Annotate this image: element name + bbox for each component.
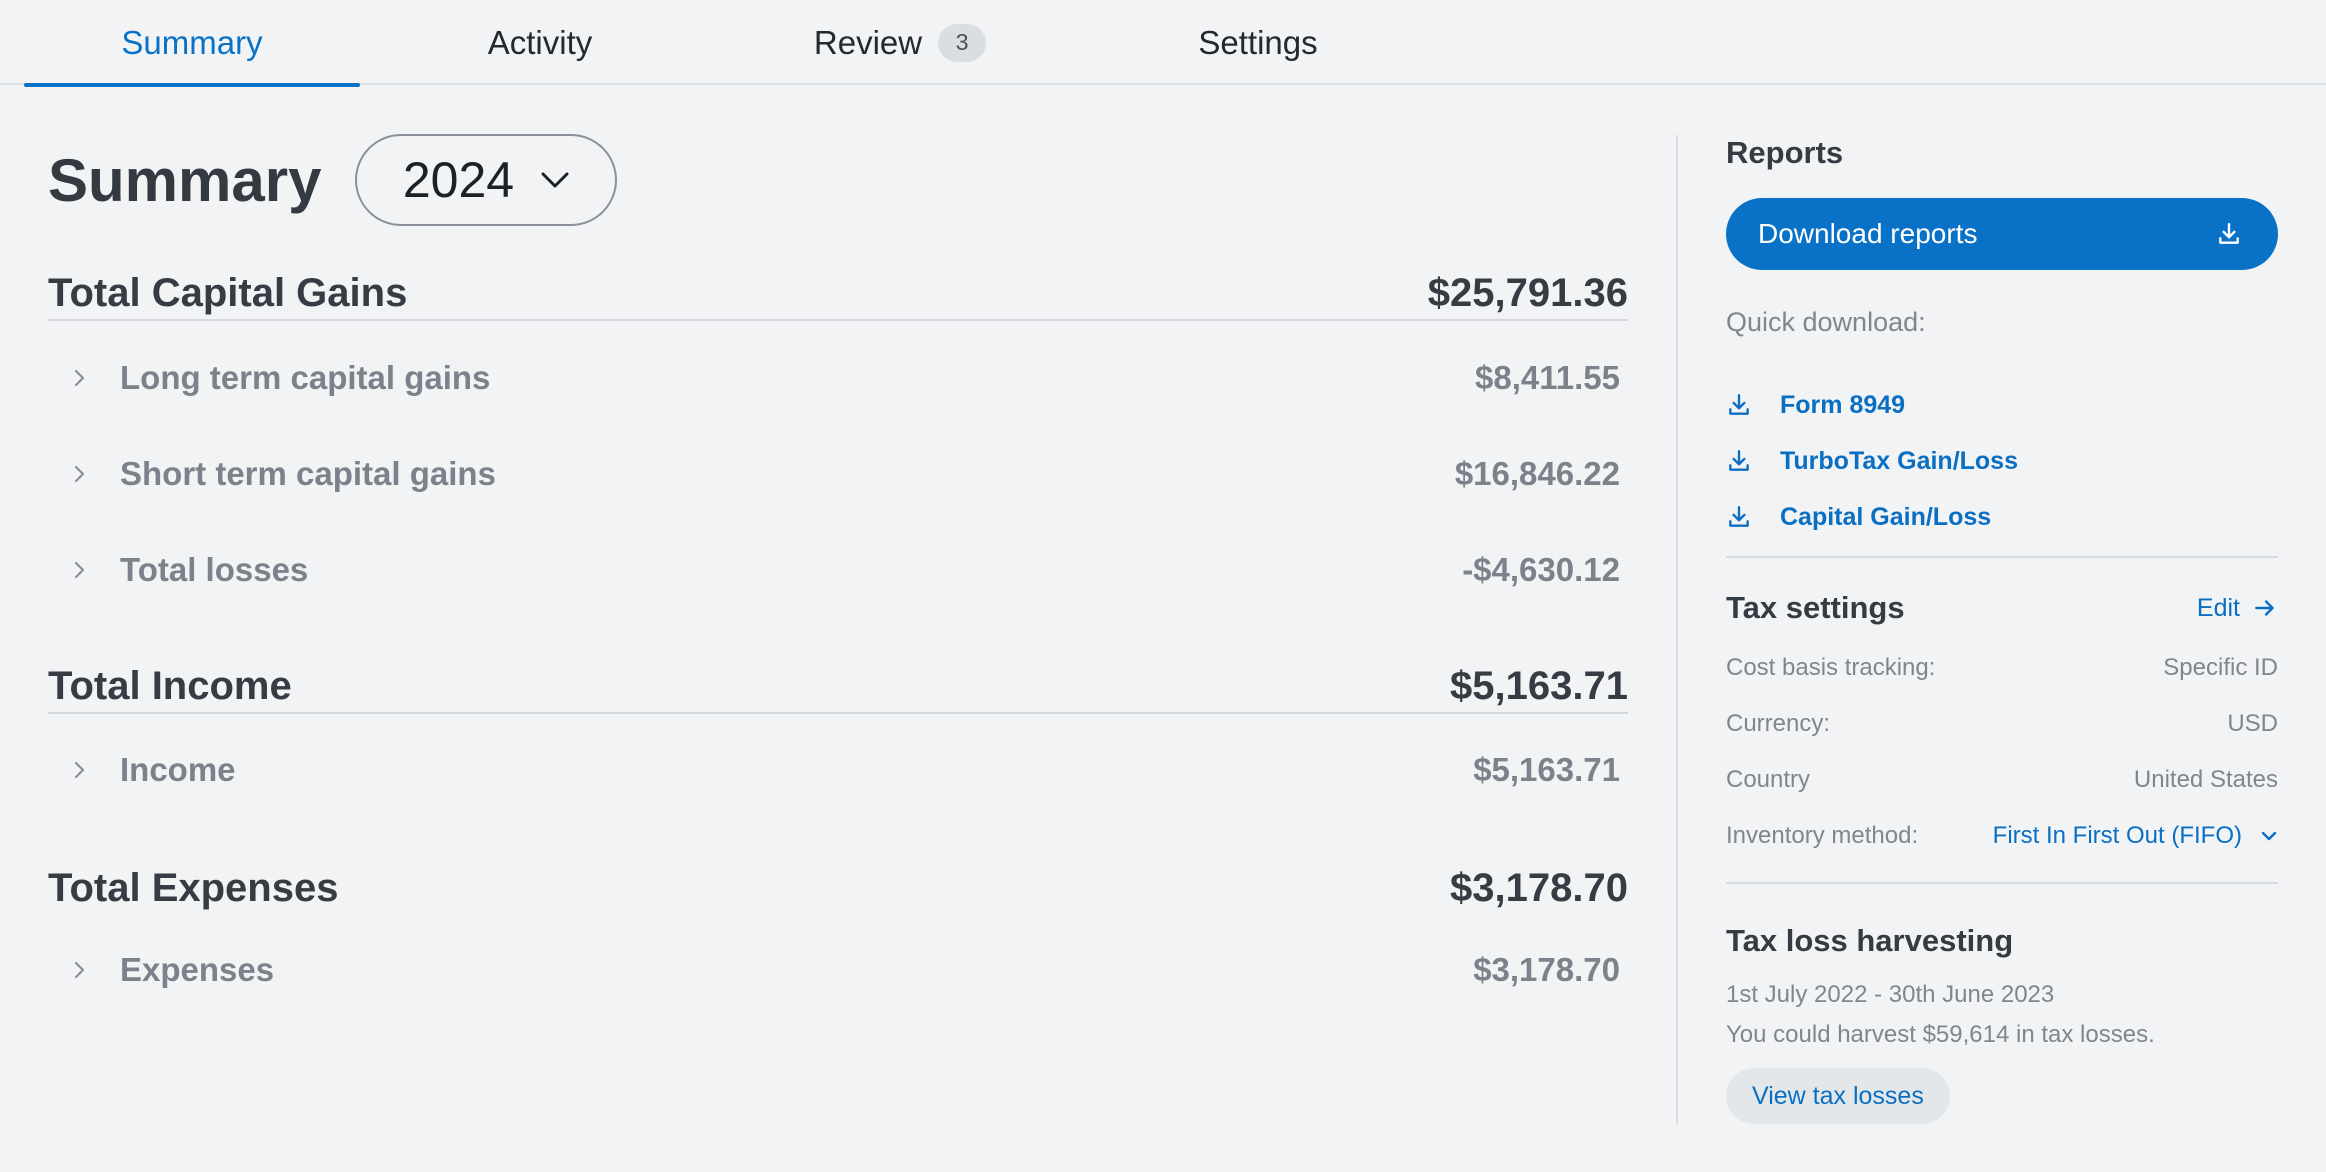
- chevron-right-icon: [74, 961, 85, 979]
- summary-panel: Summary 2024 Total Capital Gains $25,791…: [48, 133, 1628, 988]
- row-label: Income: [120, 751, 236, 788]
- quick-link-label: TurboTax Gain/Loss: [1780, 446, 2018, 475]
- setting-value: United States: [2133, 766, 2278, 793]
- tab-review[interactable]: Review 3: [780, 0, 1020, 85]
- edit-label: Edit: [2196, 593, 2240, 622]
- reports-title: Reports: [1726, 135, 1844, 170]
- cost-basis-setting: Cost basis tracking: Specific ID: [1726, 650, 2278, 686]
- tax-loss-period: 1st July 2022 - 30th June 2023: [1726, 981, 2055, 1008]
- tab-activity-label: Activity: [487, 23, 593, 61]
- tax-settings-header: Tax settings Edit: [1726, 590, 2278, 626]
- year-select-value: 2024: [402, 152, 515, 208]
- chevron-right-icon: [74, 369, 85, 387]
- section-value: $3,178.70: [1450, 865, 1628, 910]
- view-tax-losses-label: View tax losses: [1752, 1081, 1924, 1110]
- setting-label: Country: [1726, 766, 1811, 793]
- country-setting: Country United States: [1726, 762, 2278, 798]
- inventory-method-select[interactable]: First In First Out (FIFO): [1993, 822, 2278, 850]
- total-capital-gains-header: Total Capital Gains $25,791.36: [48, 267, 1628, 321]
- section-label: Total Income: [48, 663, 292, 708]
- total-income-header: Total Income $5,163.71: [48, 660, 1628, 714]
- download-icon: [1729, 394, 1749, 415]
- total-losses-row[interactable]: Total losses -$4,630.12: [48, 540, 1620, 600]
- divider: [1726, 556, 2278, 558]
- tab-bar: Summary Activity Review 3 Settings: [0, 0, 2326, 87]
- row-label: Short term capital gains: [120, 455, 496, 492]
- tab-settings-label: Settings: [1198, 23, 1318, 61]
- quick-link-form-8949[interactable]: Form 8949: [1726, 385, 1905, 425]
- short-term-gains-row[interactable]: Short term capital gains $16,846.22: [48, 444, 1620, 504]
- row-value: $16,846.22: [1454, 455, 1620, 492]
- section-value: $5,163.71: [1450, 663, 1628, 708]
- divider: [1726, 882, 2278, 884]
- quick-link-capital-gain-loss[interactable]: Capital Gain/Loss: [1726, 497, 1991, 537]
- download-icon: [1729, 450, 1749, 471]
- currency-setting: Currency: USD: [1726, 706, 2278, 742]
- setting-label: Cost basis tracking:: [1726, 654, 1936, 681]
- tax-loss-message: You could harvest $59,614 in tax losses.: [1726, 1021, 2155, 1048]
- tab-summary[interactable]: Summary: [24, 0, 360, 87]
- arrow-right-icon: [2255, 600, 2274, 616]
- edit-tax-settings-link[interactable]: Edit: [2197, 594, 2278, 623]
- chevron-down-icon: [2261, 831, 2277, 841]
- row-label: Long term capital gains: [120, 359, 491, 396]
- tab-activity[interactable]: Activity: [404, 0, 676, 85]
- tab-summary-label: Summary: [121, 23, 263, 61]
- setting-value: USD: [2227, 710, 2278, 737]
- chevron-down-icon: [541, 172, 569, 188]
- total-expenses-header: Total Expenses $3,178.70: [48, 861, 1628, 915]
- view-tax-losses-button[interactable]: View tax losses: [1726, 1068, 1950, 1124]
- row-value: -$4,630.12: [1462, 551, 1620, 588]
- row-value: $5,163.71: [1473, 751, 1620, 788]
- section-value: $25,791.36: [1427, 270, 1628, 315]
- side-panel: Reports Download reports Quick download:…: [1726, 135, 2278, 1124]
- download-reports-button[interactable]: Download reports: [1726, 198, 2278, 270]
- long-term-gains-row[interactable]: Long term capital gains $8,411.55: [48, 348, 1620, 408]
- year-select[interactable]: 2024: [355, 134, 618, 226]
- tax-loss-harvesting-title: Tax loss harvesting: [1726, 923, 2014, 958]
- setting-label: Inventory method:: [1726, 822, 1919, 849]
- section-label: Total Expenses: [48, 865, 339, 910]
- row-value: $3,178.70: [1473, 951, 1620, 988]
- section-label: Total Capital Gains: [48, 270, 408, 315]
- chevron-right-icon: [74, 561, 85, 579]
- inventory-method-value: First In First Out (FIFO): [1992, 822, 2242, 849]
- income-row[interactable]: Income $5,163.71: [48, 740, 1620, 800]
- tab-review-label: Review: [813, 23, 923, 61]
- quick-download-label: Quick download:: [1726, 307, 1926, 337]
- download-icon: [1729, 506, 1749, 527]
- inventory-method-setting: Inventory method: First In First Out (FI…: [1726, 818, 2278, 854]
- page-title: Summary: [48, 146, 322, 214]
- tax-settings-title: Tax settings: [1726, 590, 1905, 625]
- vertical-divider: [1676, 135, 1678, 1125]
- download-icon: [2219, 223, 2239, 244]
- review-count-badge: 3: [938, 23, 987, 62]
- quick-link-label: Form 8949: [1780, 390, 1906, 419]
- chevron-right-icon: [74, 761, 85, 779]
- row-label: Total losses: [120, 551, 309, 588]
- setting-value: Specific ID: [2163, 654, 2278, 681]
- row-value: $8,411.55: [1475, 359, 1620, 396]
- setting-label: Currency:: [1726, 710, 1831, 737]
- tab-settings[interactable]: Settings: [1160, 0, 1356, 85]
- quick-link-label: Capital Gain/Loss: [1780, 502, 1992, 531]
- quick-link-turbotax[interactable]: TurboTax Gain/Loss: [1726, 441, 2018, 481]
- summary-heading: Summary 2024: [48, 133, 1628, 227]
- row-label: Expenses: [120, 951, 275, 988]
- chevron-right-icon: [74, 465, 85, 483]
- download-reports-label: Download reports: [1758, 218, 1978, 249]
- expenses-row[interactable]: Expenses $3,178.70: [48, 940, 1620, 1000]
